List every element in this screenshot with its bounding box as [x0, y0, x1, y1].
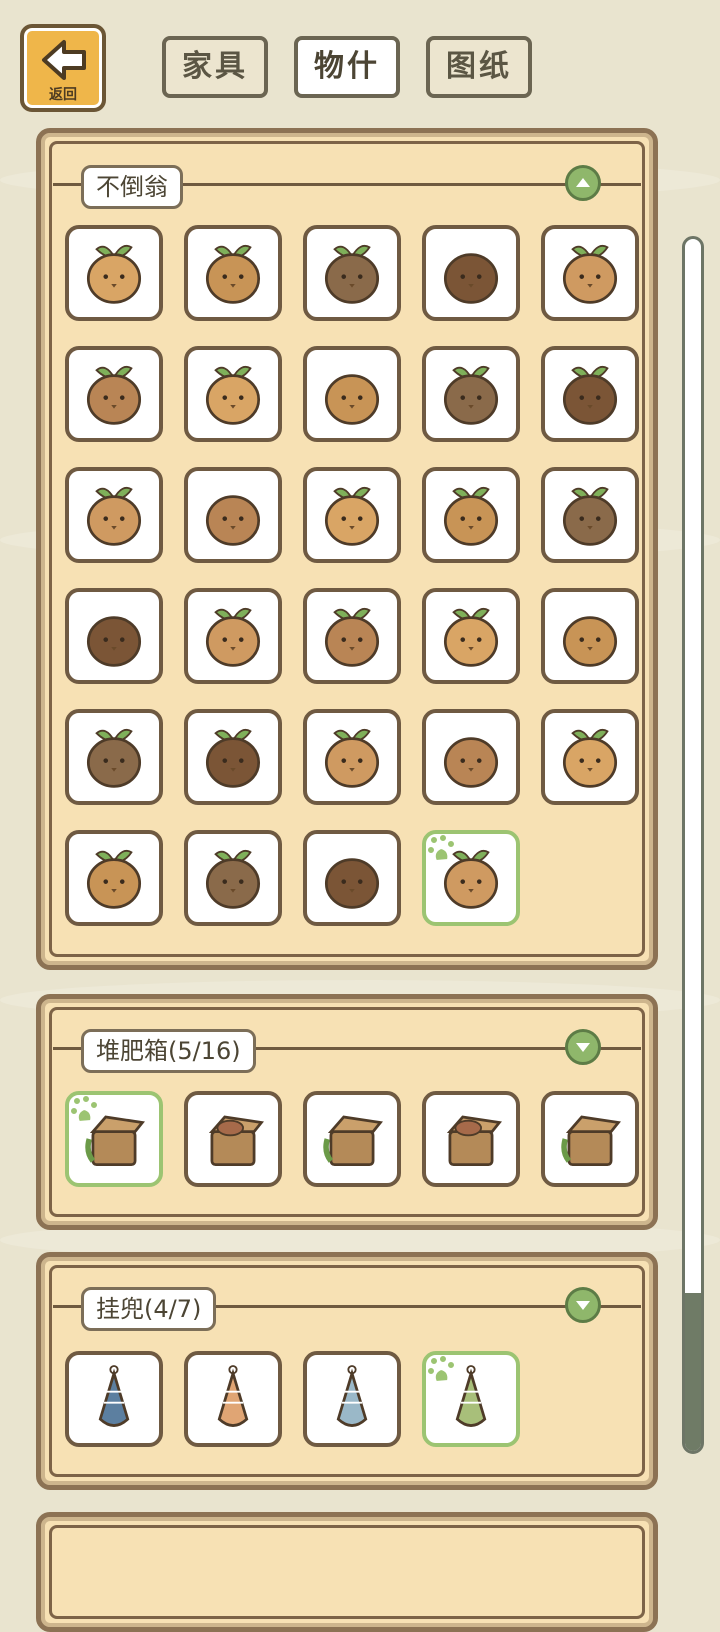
tumbler-figure: [324, 607, 380, 667]
tab-furniture[interactable]: 家具: [162, 36, 268, 98]
item-slot[interactable]: [184, 588, 282, 684]
item-slot[interactable]: [422, 346, 520, 442]
item-slot[interactable]: [303, 588, 401, 684]
hanging-bag-figure: [98, 1365, 130, 1427]
item-slot[interactable]: [303, 709, 401, 805]
item-slot[interactable]: [422, 588, 520, 684]
section-title: 挂兜(4/7): [81, 1287, 217, 1331]
tumbler-figure: [562, 616, 618, 667]
item-slot[interactable]: [541, 467, 639, 563]
tumbler-figure: [205, 728, 261, 788]
chevron-down-icon: [576, 1043, 590, 1052]
tumbler-figure: [324, 374, 380, 425]
item-slot[interactable]: [303, 467, 401, 563]
tab-blueprints[interactable]: 图纸: [426, 36, 532, 98]
item-slot[interactable]: [184, 467, 282, 563]
tumbler-figure: [562, 244, 618, 304]
item-slot[interactable]: [184, 1351, 282, 1447]
section-title: 不倒翁: [81, 165, 183, 209]
tumbler-figure: [443, 365, 499, 425]
section-panel-compost: 堆肥箱(5/16): [36, 994, 658, 1230]
item-slot[interactable]: [541, 1091, 639, 1187]
panel-inner: [49, 1525, 645, 1619]
section-panel-tumbler: 不倒翁: [36, 128, 658, 970]
tumbler-figure: [86, 616, 142, 667]
item-slot[interactable]: [541, 588, 639, 684]
item-slot[interactable]: [303, 1091, 401, 1187]
item-slot[interactable]: [422, 709, 520, 805]
tumbler-figure: [205, 244, 261, 304]
collapse-toggle-button[interactable]: [565, 165, 601, 201]
section-panel-hanging-bag: 挂兜(4/7): [36, 1252, 658, 1490]
item-slot[interactable]: [422, 830, 520, 926]
compost-bin-figure: [323, 1115, 383, 1167]
item-slot[interactable]: [303, 346, 401, 442]
item-slot[interactable]: [541, 346, 639, 442]
tumbler-figure: [86, 728, 142, 788]
compost-bin-figure: [208, 1115, 264, 1167]
tumbler-figure: [443, 737, 499, 788]
hanging-bag-figure: [217, 1365, 249, 1427]
tumbler-figure: [86, 365, 142, 425]
paw-icon: [69, 1095, 99, 1124]
item-slot[interactable]: [65, 346, 163, 442]
item-slot[interactable]: [303, 830, 401, 926]
paw-icon: [426, 834, 456, 863]
item-slot[interactable]: [65, 1091, 163, 1187]
item-slot[interactable]: [303, 225, 401, 321]
chevron-down-icon: [576, 1301, 590, 1310]
expand-toggle-button[interactable]: [565, 1287, 601, 1323]
item-slot[interactable]: [65, 709, 163, 805]
item-slot[interactable]: [65, 225, 163, 321]
tumbler-figure: [443, 486, 499, 546]
item-slot[interactable]: [65, 588, 163, 684]
tumbler-figure: [205, 365, 261, 425]
expand-toggle-button[interactable]: [565, 1029, 601, 1065]
scrollbar-thumb[interactable]: [685, 1293, 701, 1451]
item-slot[interactable]: [422, 1091, 520, 1187]
tumbler-figure: [324, 858, 380, 909]
compost-bin-figure: [561, 1115, 621, 1167]
tumbler-figure: [443, 607, 499, 667]
tumbler-figure: [562, 365, 618, 425]
tumbler-figure: [324, 486, 380, 546]
item-slot[interactable]: [65, 830, 163, 926]
tab-items[interactable]: 物什: [294, 36, 400, 98]
tumbler-figure: [205, 495, 261, 546]
item-slot[interactable]: [422, 467, 520, 563]
item-slot[interactable]: [541, 709, 639, 805]
paw-icon: [426, 1355, 456, 1384]
tumbler-figure: [324, 728, 380, 788]
item-slot[interactable]: [184, 830, 282, 926]
tumbler-figure: [86, 849, 142, 909]
item-slot[interactable]: [184, 346, 282, 442]
compost-bin-figure: [446, 1115, 502, 1167]
item-slot[interactable]: [65, 1351, 163, 1447]
tumbler-figure: [86, 244, 142, 304]
back-arrow-icon: [42, 40, 86, 80]
item-slot[interactable]: [184, 709, 282, 805]
hanging-bag-figure: [336, 1365, 368, 1427]
item-slot[interactable]: [422, 1351, 520, 1447]
item-slot[interactable]: [541, 225, 639, 321]
back-label: 返回: [49, 87, 77, 103]
tumbler-figure: [205, 849, 261, 909]
item-slot[interactable]: [303, 1351, 401, 1447]
tumbler-figure: [324, 244, 380, 304]
back-button[interactable]: 返回: [20, 24, 106, 112]
tumbler-figure: [86, 486, 142, 546]
chevron-up-icon: [576, 178, 590, 187]
section-panel-next: [36, 1512, 658, 1632]
tumbler-figure: [205, 607, 261, 667]
tumbler-figure: [443, 253, 499, 304]
item-slot[interactable]: [65, 467, 163, 563]
section-title: 堆肥箱(5/16): [81, 1029, 256, 1073]
tumbler-figure: [562, 486, 618, 546]
item-slot[interactable]: [184, 225, 282, 321]
item-slot[interactable]: [422, 225, 520, 321]
tumbler-figure: [562, 728, 618, 788]
item-slot[interactable]: [184, 1091, 282, 1187]
scrollbar[interactable]: [682, 236, 704, 1454]
